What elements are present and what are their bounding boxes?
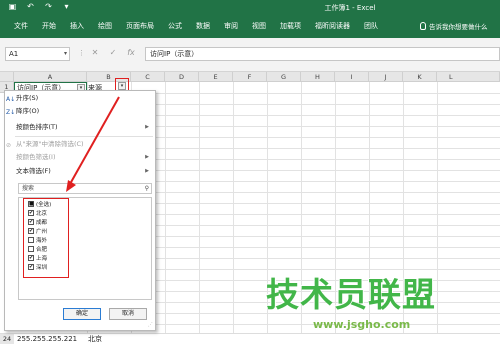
name-box[interactable]: A1 ▾ [5,47,70,61]
column-header-l[interactable]: L [437,72,500,82]
clear-filter-icon: ⊘ [6,142,12,149]
autofilter-menu: A↓ 升序(S) Z↓ 降序(O) 按颜色排序(T) ▶ ⊘ 从"来源"中清除筛… [4,90,156,331]
window-title: 工作簿1 - Excel [324,4,376,12]
tab-home[interactable]: 开始 [35,21,63,31]
chevron-right-icon: ▶ [145,154,149,160]
cancel-button[interactable]: 取消 [109,308,147,320]
column-header-d[interactable]: D [165,72,199,82]
menu-filter-by-color: 按颜色筛选(I) ▶ [5,152,155,163]
row-header-24[interactable]: 24 [0,334,14,344]
menu-label: 降序(O) [16,107,40,115]
menu-text-filters[interactable]: 文本筛选(F) ▶ [5,166,155,177]
tab-page-layout[interactable]: 页面布局 [119,21,161,31]
cancel-icon[interactable]: ✕ [90,47,100,59]
lightbulb-icon [420,22,426,30]
chevron-right-icon: ▶ [145,168,149,174]
column-header-c[interactable]: C [131,72,165,82]
tab-team[interactable]: 团队 [357,21,385,31]
column-header-g[interactable]: G [267,72,301,82]
column-header-e[interactable]: E [199,72,233,82]
menu-sort-ascending[interactable]: A↓ 升序(S) [5,93,155,104]
column-header-k[interactable]: K [403,72,437,82]
column-header-a[interactable]: A [14,72,87,82]
highlight-box-filter-list [23,198,69,278]
enter-check-icon[interactable]: ✓ [108,47,118,59]
tell-me-box[interactable]: 告诉我你想要做什么 [420,21,488,31]
filter-search-input[interactable]: 搜索 ⚲ [18,183,152,194]
resize-grip-icon[interactable]: ⋰ [148,322,153,328]
name-box-value: A1 [9,50,19,58]
cell-a24[interactable]: 255.255.255.221 [17,334,77,344]
sort-ascending-icon: A↓ [6,96,16,103]
tab-data[interactable]: 数据 [189,21,217,31]
menu-label: 从"来源"中清除筛选(C) [16,140,84,148]
title-bar: ▣ ↶ ↷ ▾ 工作簿1 - Excel [0,0,500,16]
cell-b24[interactable]: 北京 [88,334,102,344]
insert-function-icon[interactable]: fx [126,47,136,59]
formula-input[interactable]: 访问IP（示意） [145,47,500,61]
column-header-h[interactable]: H [301,72,335,82]
tell-me-text: 告诉我你想要做什么 [429,23,488,31]
sort-descending-icon: Z↓ [6,109,16,116]
column-header-f[interactable]: F [233,72,267,82]
column-header-i[interactable]: I [335,72,369,82]
menu-label: 按颜色筛选(I) [16,153,56,161]
chevron-right-icon: ▶ [145,124,149,130]
more-dots-icon: ⋮ [78,49,86,57]
watermark-url: www.jsgho.com [313,318,411,331]
column-header-j[interactable]: J [369,72,403,82]
select-all-corner[interactable] [0,72,14,82]
menu-sort-descending[interactable]: Z↓ 降序(O) [5,106,155,117]
ok-button[interactable]: 确定 [63,308,101,320]
watermark-logo-text: 技术员联盟 [266,275,436,314]
tab-view[interactable]: 视图 [245,21,273,31]
search-icon: ⚲ [144,185,149,192]
tab-review[interactable]: 审阅 [217,21,245,31]
menu-label: 文本筛选(F) [16,167,51,175]
tab-addins[interactable]: 加载项 [273,21,308,31]
formula-bar-area: A1 ▾ ⋮ ✕ ✓ fx 访问IP（示意） [0,38,500,72]
tab-draw[interactable]: 绘图 [91,21,119,31]
menu-label: 升序(S) [16,94,39,102]
search-placeholder: 搜索 [22,185,35,192]
tab-formulas[interactable]: 公式 [161,21,189,31]
tab-insert[interactable]: 插入 [63,21,91,31]
ribbon: 文件 开始 插入 绘图 页面布局 公式 数据 审阅 视图 加载项 福昕阅读器 团… [0,16,500,38]
row-24: 24 255.255.255.221 北京 [0,333,500,344]
menu-clear-filter: ⊘ 从"来源"中清除筛选(C) [5,139,155,150]
tab-file[interactable]: 文件 [7,21,35,31]
chevron-down-icon[interactable]: ▾ [64,48,67,60]
ribbon-tabs: 文件 开始 插入 绘图 页面布局 公式 数据 审阅 视图 加载项 福昕阅读器 团… [7,21,385,31]
tab-foxit-reader[interactable]: 福昕阅读器 [308,21,357,31]
menu-label: 按颜色排序(T) [16,123,58,131]
menu-sort-by-color[interactable]: 按颜色排序(T) ▶ [5,122,155,133]
